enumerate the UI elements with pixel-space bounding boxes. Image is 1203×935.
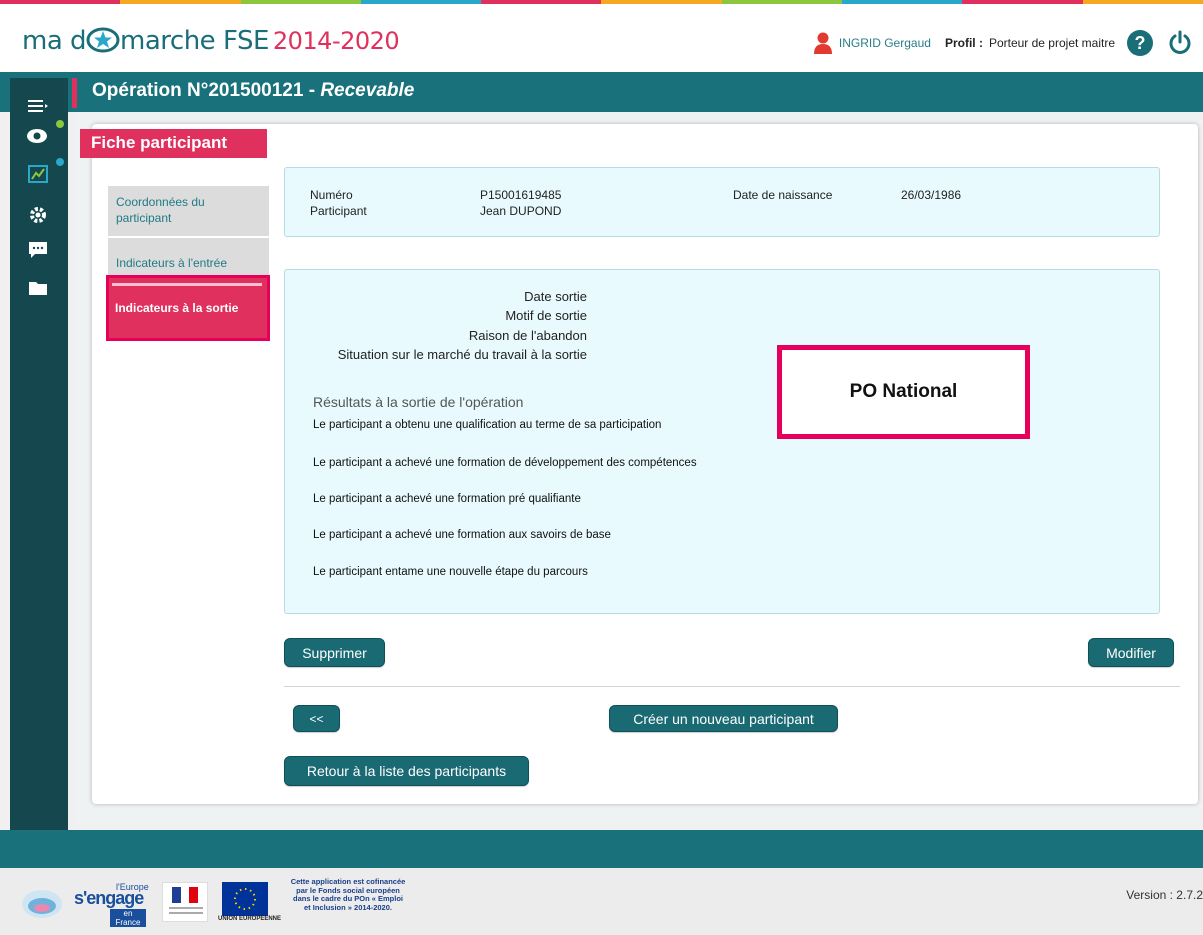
divider xyxy=(284,686,1180,687)
help-icon[interactable]: ? xyxy=(1127,30,1153,56)
profil-value: Porteur de projet maitre xyxy=(988,36,1115,50)
app-header: ma d marche FSE 2014-2020 INGRID Gergaud … xyxy=(0,4,1203,72)
numero-value: P15001619485 xyxy=(480,188,562,202)
profil-label: Profil : xyxy=(944,36,983,50)
user-area: INGRID Gergaud Profil : Porteur de proje… xyxy=(813,30,1193,56)
cofinance-text: Cette application est cofinancée par le … xyxy=(290,877,406,912)
footer-bar xyxy=(0,830,1203,868)
partner-logo-icon xyxy=(22,890,62,918)
user-icon xyxy=(813,32,832,54)
footer: l'Europe s'engage en France UNION EUROPÉ… xyxy=(0,868,1203,935)
app-logo[interactable]: ma d marche FSE 2014-2020 xyxy=(22,26,400,56)
version-label: Version : 2.7.2 xyxy=(1126,888,1203,902)
supprimer-button[interactable]: Supprimer xyxy=(284,638,385,667)
french-republic-logo xyxy=(162,882,208,922)
participant-info-box: Numéro P15001619485 Participant Jean DUP… xyxy=(284,167,1160,237)
logo-star-icon xyxy=(86,27,120,53)
gear-icon[interactable] xyxy=(24,203,52,227)
user-name[interactable]: INGRID Gergaud xyxy=(839,36,931,50)
logo-prefix: ma d xyxy=(22,26,87,56)
naissance-label: Date de naissance xyxy=(733,188,833,202)
result-line: Le participant a achevé une formation de… xyxy=(313,457,697,469)
operation-status: Recevable xyxy=(320,80,415,101)
union-europeenne-logo: UNION EUROPÉENNE xyxy=(218,882,288,922)
po-national-annotation: PO National xyxy=(777,345,1030,439)
result-line: Le participant a obtenu une qualificatio… xyxy=(313,419,662,431)
result-line: Le participant a achevé une formation pr… xyxy=(313,493,581,505)
result-line: Le participant entame une nouvelle étape… xyxy=(313,566,588,578)
en-france-label: en France xyxy=(110,909,146,927)
logo-years: 2014-2020 xyxy=(272,27,400,55)
retour-liste-button[interactable]: Retour à la liste des participants xyxy=(284,756,529,786)
chart-icon[interactable] xyxy=(24,162,52,186)
europe-engage-logo: l'Europe s'engage en France xyxy=(72,882,152,927)
operation-title: Opération N°201500121 - Recevable xyxy=(92,80,414,102)
eye-status-dot xyxy=(56,120,64,128)
chat-icon[interactable] xyxy=(24,238,52,262)
raison-abandon-label: Raison de l'abandon xyxy=(468,328,587,343)
situation-label: Situation sur le marché du travail à la … xyxy=(337,347,587,362)
chart-status-dot xyxy=(56,158,64,166)
logo-suffix: marche FSE xyxy=(120,26,269,56)
subnav-indicateurs-entree[interactable]: Indicateurs à l'entrée xyxy=(108,238,269,276)
eye-icon[interactable] xyxy=(24,124,52,148)
motif-sortie-label: Motif de sortie xyxy=(505,308,587,323)
folder-icon[interactable] xyxy=(24,276,52,300)
subnav-active-indicator xyxy=(112,283,262,286)
numero-label: Numéro xyxy=(310,188,353,202)
participant-value: Jean DUPOND xyxy=(480,204,562,218)
power-icon[interactable] xyxy=(1167,30,1193,56)
engage-label: s'engage xyxy=(74,888,144,908)
result-line: Le participant a achevé une formation au… xyxy=(313,529,611,541)
operation-title-bar: Opération N°201500121 - Recevable xyxy=(0,72,1203,112)
previous-button[interactable]: << xyxy=(293,705,340,732)
ue-label: UNION EUROPÉENNE xyxy=(218,916,282,922)
left-sidebar xyxy=(10,78,68,830)
fiche-participant-tab[interactable]: Fiche participant xyxy=(80,129,267,158)
eu-flag-icon xyxy=(222,882,268,916)
participant-label: Participant xyxy=(310,204,367,218)
naissance-value: 26/03/1986 xyxy=(901,188,962,202)
title-accent xyxy=(72,78,77,108)
operation-number: Opération N°201500121 - xyxy=(92,80,321,101)
modifier-button[interactable]: Modifier xyxy=(1088,638,1174,667)
date-sortie-label: Date sortie xyxy=(524,289,587,304)
results-title: Résultats à la sortie de l'opération xyxy=(313,394,524,410)
menu-icon[interactable] xyxy=(24,94,52,118)
creer-participant-button[interactable]: Créer un nouveau participant xyxy=(609,705,838,732)
subnav-coordonnees[interactable]: Coordonnées du participant xyxy=(108,186,269,236)
exit-indicators-box: Date sortie Motif de sortie Raison de l'… xyxy=(284,269,1160,614)
